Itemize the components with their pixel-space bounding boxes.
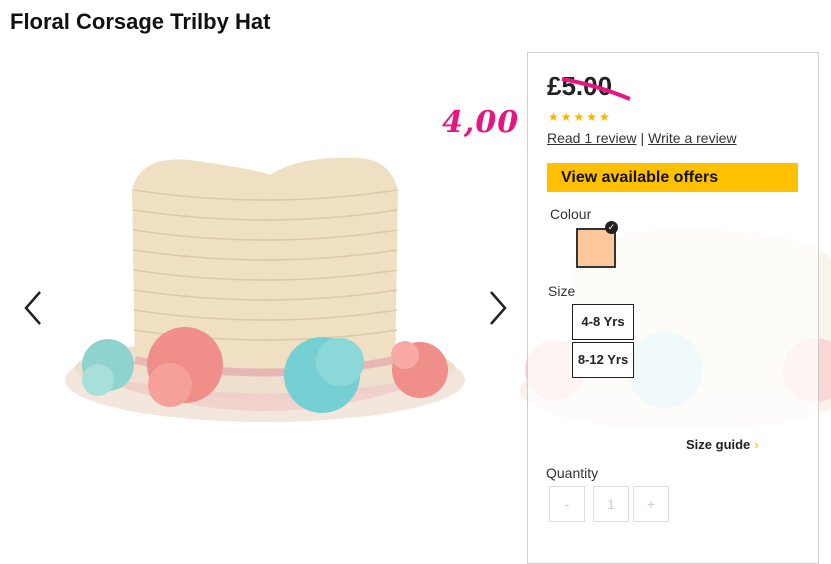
review-separator: | (640, 130, 645, 146)
view-offers-button[interactable]: View available offers (547, 163, 798, 192)
write-review-link[interactable]: Write a review (648, 130, 736, 146)
size-guide-link[interactable]: Size guide › (686, 437, 759, 452)
quantity-increase-button[interactable]: + (633, 486, 669, 522)
rating-stars: ★★★★★ (548, 110, 612, 124)
checkmark-icon: ✓ (605, 221, 618, 234)
purchase-panel: £5.00 4,00 ★★★★★ Read 1 review | Write a r… (442, 52, 819, 564)
price-strike (561, 77, 631, 101)
sale-price: 4,00 (442, 105, 520, 140)
size-guide-label: Size guide (686, 437, 751, 452)
chevron-right-icon: › (754, 437, 759, 452)
size-option-8-12[interactable]: 8-12 Yrs (572, 342, 634, 378)
next-image-button[interactable] (483, 288, 511, 328)
product-image (65, 157, 465, 422)
chevron-right-icon (490, 291, 507, 325)
read-reviews-link[interactable]: Read 1 review (547, 130, 637, 146)
chevron-left-icon (24, 291, 41, 325)
product-title: Floral Corsage Trilby Hat (10, 9, 271, 34)
previous-image-button[interactable] (20, 288, 48, 328)
quantity-label: Quantity (546, 465, 599, 481)
reviews-links: Read 1 review | Write a review (547, 130, 737, 146)
size-label: Size (548, 283, 576, 299)
colour-label: Colour (550, 206, 592, 222)
colour-swatch-peach[interactable] (576, 228, 616, 268)
quantity-decrease-button[interactable]: - (549, 486, 585, 522)
quantity-input[interactable]: 1 (593, 486, 629, 522)
size-option-4-8[interactable]: 4-8 Yrs (572, 304, 634, 340)
